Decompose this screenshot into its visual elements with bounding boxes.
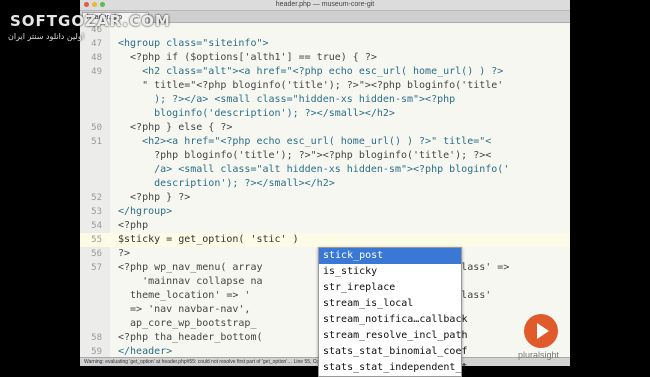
watermark-logo: SOFTGOZAR.COM	[10, 12, 171, 30]
code-line[interactable]: 50 <?php } else { ?>	[80, 121, 570, 135]
line-number: 52	[91, 193, 102, 203]
autocomplete-item[interactable]: stream_notifica…callback	[319, 312, 468, 328]
line-text: <?php if ($options['alth1'] == true) { ?…	[118, 52, 377, 63]
line-text: ?>	[118, 248, 131, 259]
autocomplete-item[interactable]: is_sticky	[319, 264, 461, 280]
code-line[interactable]: ?php bloginfo('title'); ?>"><?php blogin…	[80, 149, 570, 163]
line-text: bloginfo('description'); ?></small></h2>	[118, 108, 395, 119]
code-line[interactable]: 52 <?php } ?>	[80, 191, 570, 205]
line-text: " title="<?php bloginfo('title'); ?>"><?…	[118, 80, 504, 91]
line-text: => 'nav navbar-nav',	[118, 304, 251, 315]
play-icon[interactable]	[524, 314, 558, 348]
line-number: 57	[91, 263, 102, 273]
code-line[interactable]: 53 </hgroup>	[80, 205, 570, 219]
window-title: header.php — museum-core-git	[275, 1, 375, 8]
code-line[interactable]: 48 <?php if ($options['alth1'] == true) …	[80, 51, 570, 65]
code-line[interactable]: 47 <hgroup class="siteinfo">	[80, 37, 570, 51]
line-number: 51	[91, 137, 102, 147]
title-bar: header.php — museum-core-git	[80, 0, 570, 11]
line-number: 49	[91, 67, 102, 77]
line-text: <hgroup class="siteinfo">	[118, 38, 269, 49]
line-number: 50	[91, 123, 102, 133]
code-line[interactable]: " title="<?php bloginfo('title'); ?>"><?…	[80, 79, 570, 93]
line-text: ?php bloginfo('title'); ?>"><?php blogin…	[118, 150, 492, 161]
watermark-subtitle: اولین دانلود سنتر ایران	[8, 32, 84, 41]
autocomplete-item[interactable]: stick_post	[319, 248, 461, 264]
line-text: </hgroup>	[118, 206, 173, 217]
line-number: 58	[91, 333, 102, 343]
code-line[interactable]: description'); ?></small></h2>	[80, 177, 570, 191]
line-text: ap_core_wp_bootstrap_	[118, 318, 257, 329]
line-text: <?php } else { ?>	[118, 122, 233, 133]
code-line[interactable]: /a> <small class="alt hidden-xs hidden-s…	[80, 163, 570, 177]
code-line[interactable]: ); ?></a> <small class="hidden-xs hidden…	[80, 93, 570, 107]
line-text: description'); ?></small></h2>	[118, 178, 335, 189]
code-line[interactable]: 51 <h2><a href="<?php echo esc_url( home…	[80, 135, 570, 149]
code-line[interactable]: 55 $sticky = get_option( 'stic' )	[80, 233, 570, 247]
line-text: <h2><a href="<?php echo esc_url( home_ur…	[118, 136, 492, 147]
line-number: 54	[91, 221, 102, 231]
code-line[interactable]: 49 <h2 class="alt"><a href="<?php echo e…	[80, 65, 570, 79]
line-text: <h2 class="alt"><a href="<?php echo esc_…	[118, 66, 504, 77]
autocomplete-popup[interactable]: stick_post is_sticky str_ireplace stream_is…	[318, 247, 468, 377]
brand-logo: pluralsight	[518, 350, 560, 360]
line-number: 53	[91, 207, 102, 217]
line-number: 55	[91, 235, 102, 245]
line-number: 56	[91, 249, 102, 259]
line-text: $sticky = get_option( 'stic' )	[118, 234, 299, 245]
code-line[interactable]: 54 <?php	[80, 219, 570, 233]
autocomplete-item[interactable]: str_ireplace	[319, 280, 461, 296]
line-text: ); ?></a> <small class="hidden-xs hidden…	[118, 94, 456, 105]
autocomplete-item[interactable]: stats_stat_independent_t	[319, 360, 468, 376]
autocomplete-item[interactable]: stream_resolve_incl_path	[319, 328, 468, 344]
line-number: 48	[91, 53, 102, 63]
line-text: /a> <small class="alt hidden-xs hidden-s…	[118, 164, 510, 175]
code-line[interactable]: bloginfo('description'); ?></small></h2>	[80, 107, 570, 121]
autocomplete-item[interactable]: stats_stat_binomial_coef	[319, 344, 468, 360]
line-text: <?php tha_header_bottom(	[118, 332, 263, 343]
line-text: <?php	[118, 220, 149, 231]
autocomplete-item[interactable]: stream_is_local	[319, 296, 461, 312]
line-text: <?php } ?>	[118, 192, 191, 203]
